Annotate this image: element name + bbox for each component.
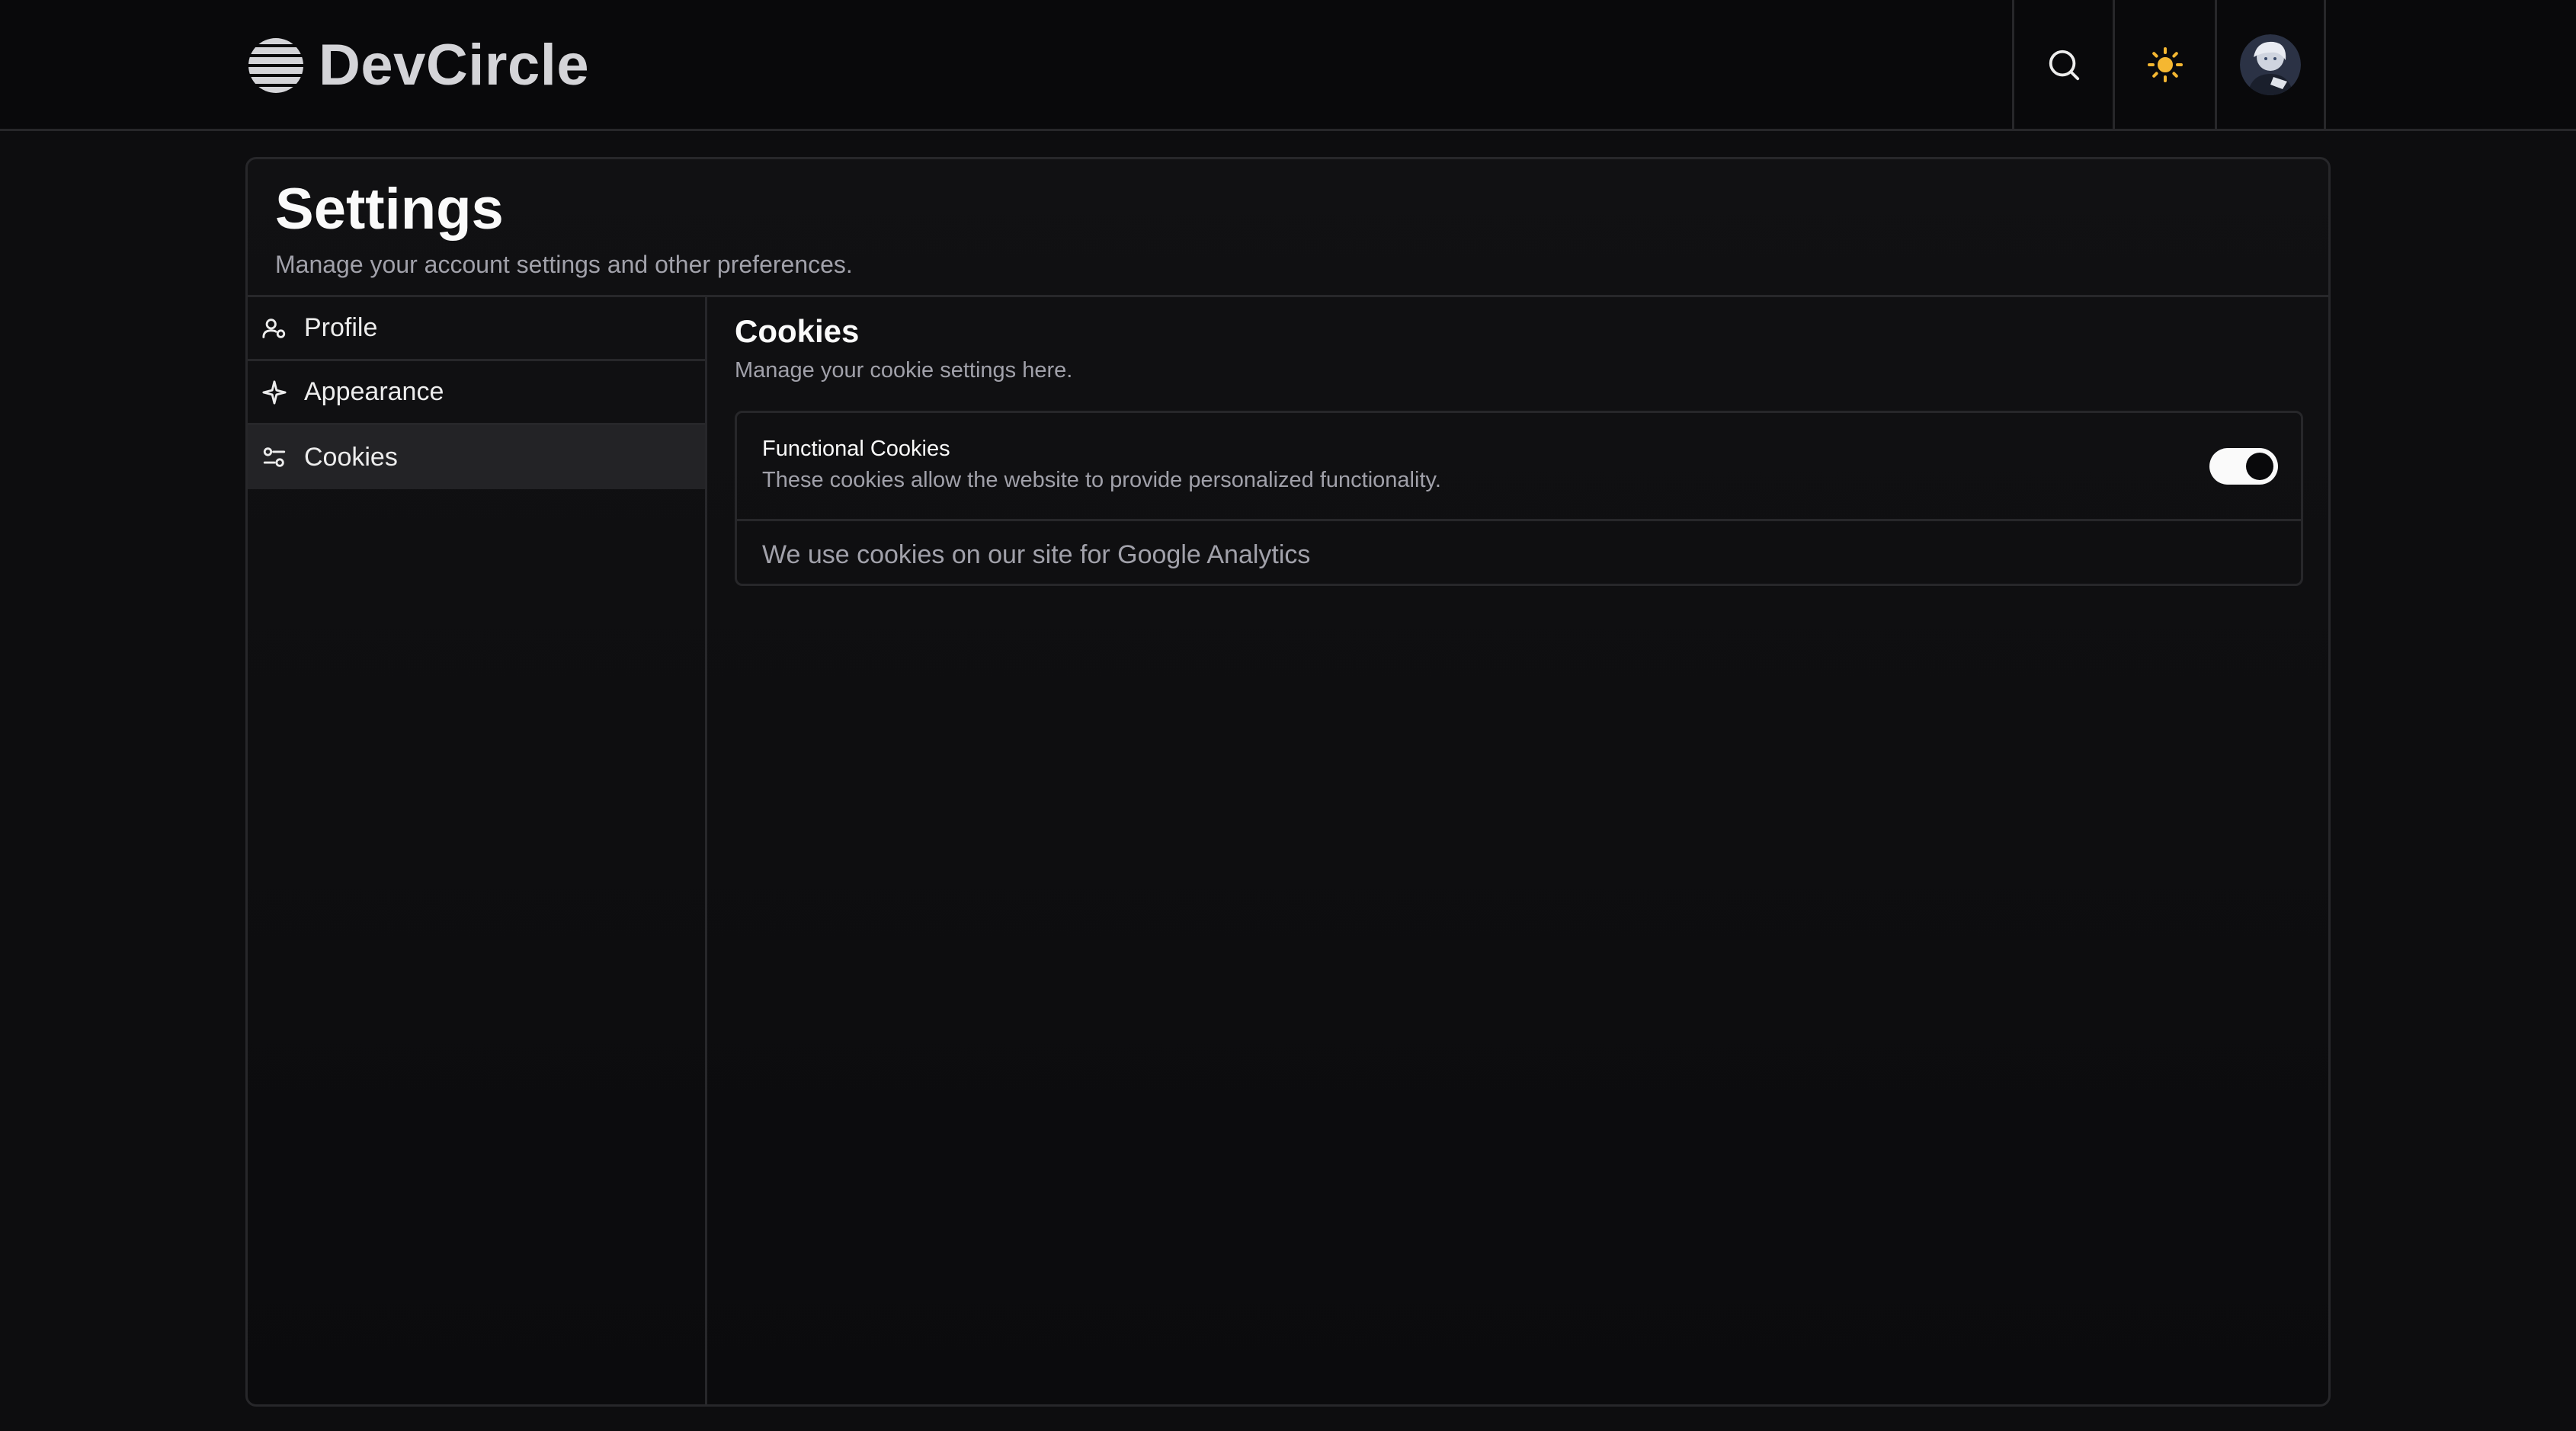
functional-cookies-row: Functional Cookies These cookies allow t… [737,413,2301,521]
sidebar-item-label: Appearance [304,377,444,406]
sidebar-item-profile[interactable]: Profile [248,297,705,361]
settings-card: Settings Manage your account settings an… [245,157,2331,1407]
sidebar-item-label: Profile [304,313,378,342]
top-header: DevCircle [0,0,2576,131]
section-title: Cookies [735,313,860,349]
sliders-icon [263,447,286,467]
sidebar-item-label: Cookies [304,442,398,472]
cookie-settings-box: Functional Cookies These cookies allow t… [735,411,2303,586]
page-subtitle: Manage your account settings and other p… [275,251,853,278]
cookies-panel: Cookies Manage your cookie settings here… [707,297,2328,1404]
header-actions [2012,0,2326,129]
functional-cookies-description: These cookies allow the website to provi… [762,468,1441,492]
sparkle-icon [262,379,287,405]
brand-name: DevCircle [319,33,590,98]
striped-globe-icon [248,38,303,93]
sidebar-item-cookies[interactable]: Cookies [248,425,705,489]
settings-sidebar: Profile Appearance Cookies [248,297,707,1404]
search-button[interactable] [2012,0,2113,129]
user-avatar [2240,34,2301,95]
user-icon [262,318,286,338]
page-title: Settings [275,177,504,242]
functional-cookies-title: Functional Cookies [762,437,950,461]
settings-header: Settings Manage your account settings an… [248,159,2328,297]
section-description: Manage your cookie settings here. [735,358,1073,383]
cookie-note: We use cookies on our site for Google An… [762,540,1311,569]
user-menu-button[interactable] [2215,0,2326,129]
search-icon [2049,50,2079,80]
brand-link[interactable]: DevCircle [247,35,589,96]
sun-icon [2147,46,2183,82]
theme-toggle-button[interactable] [2113,0,2215,129]
functional-cookies-toggle[interactable] [2209,448,2278,485]
toggle-knob [2246,453,2273,480]
sidebar-item-appearance[interactable]: Appearance [248,361,705,425]
